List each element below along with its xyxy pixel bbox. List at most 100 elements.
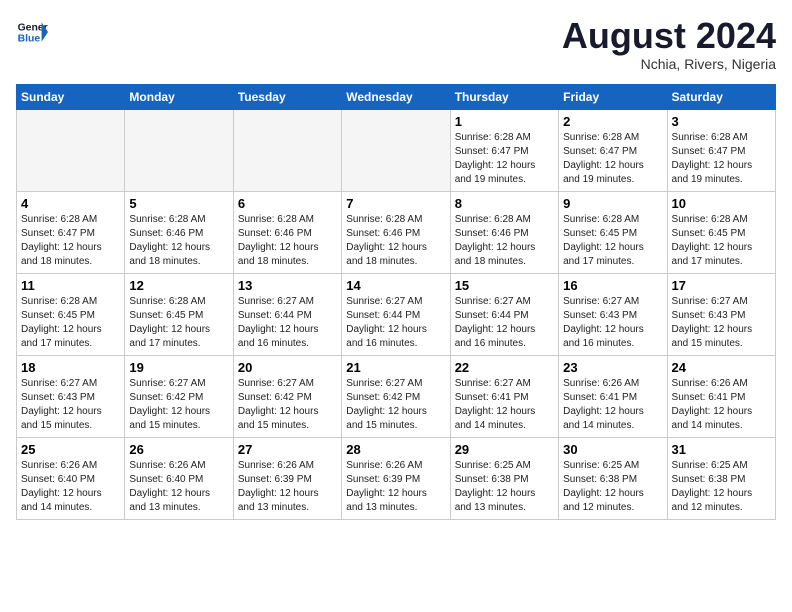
- day-info: Sunrise: 6:28 AMSunset: 6:46 PMDaylight:…: [346, 213, 445, 269]
- location-subtitle: Nchia, Rivers, Nigeria: [562, 56, 776, 72]
- calendar-cell: 27 Sunrise: 6:26 AMSunset: 6:39 PMDayligh…: [233, 437, 341, 519]
- calendar-cell: 30 Sunrise: 6:25 AMSunset: 6:38 PMDayligh…: [559, 437, 667, 519]
- calendar-week-3: 11 Sunrise: 6:28 AMSunset: 6:45 PMDayligh…: [17, 273, 776, 355]
- day-info: Sunrise: 6:28 AMSunset: 6:47 PMDaylight:…: [455, 131, 554, 187]
- day-info: Sunrise: 6:27 AMSunset: 6:43 PMDaylight:…: [672, 295, 771, 351]
- day-info: Sunrise: 6:25 AMSunset: 6:38 PMDaylight:…: [455, 459, 554, 515]
- calendar-cell: 26Sunrise: 6:26 AMSunset: 6:40 PMDayligh…: [125, 437, 233, 519]
- day-number: 24: [672, 360, 771, 375]
- calendar-cell: 22 Sunrise: 6:27 AMSunset: 6:41 PMDayligh…: [450, 355, 558, 437]
- calendar-cell: 16 Sunrise: 6:27 AMSunset: 6:43 PMDayligh…: [559, 273, 667, 355]
- calendar-table: SundayMondayTuesdayWednesdayThursdayFrid…: [16, 84, 776, 520]
- weekday-tuesday: Tuesday: [233, 84, 341, 109]
- svg-text:Blue: Blue: [18, 34, 41, 45]
- calendar-cell: 20 Sunrise: 6:27 AMSunset: 6:42 PMDayligh…: [233, 355, 341, 437]
- day-info: Sunrise: 6:28 AMSunset: 6:46 PMDaylight:…: [455, 213, 554, 269]
- calendar-cell: [17, 109, 125, 191]
- day-info: Sunrise: 6:25 AMSunset: 6:38 PMDaylight:…: [563, 459, 662, 515]
- calendar-cell: 12 Sunrise: 6:28 AMSunset: 6:45 PMDayligh…: [125, 273, 233, 355]
- day-info: Sunrise: 6:28 AMSunset: 6:46 PMDaylight:…: [129, 213, 228, 269]
- calendar-cell: 1 Sunrise: 6:28 AMSunset: 6:47 PMDaylight…: [450, 109, 558, 191]
- day-info: Sunrise: 6:27 AMSunset: 6:42 PMDaylight:…: [238, 377, 337, 433]
- calendar-cell: 4 Sunrise: 6:28 AMSunset: 6:47 PMDaylight…: [17, 191, 125, 273]
- day-number: 20: [238, 360, 337, 375]
- day-number: 1: [455, 114, 554, 129]
- day-info: Sunrise: 6:27 AMSunset: 6:41 PMDaylight:…: [455, 377, 554, 433]
- calendar-cell: 6 Sunrise: 6:28 AMSunset: 6:46 PMDaylight…: [233, 191, 341, 273]
- day-info: Sunrise: 6:27 AMSunset: 6:44 PMDaylight:…: [346, 295, 445, 351]
- day-info: Sunrise: 6:25 AMSunset: 6:38 PMDaylight:…: [672, 459, 771, 515]
- day-info: Sunrise: 6:28 AMSunset: 6:47 PMDaylight:…: [563, 131, 662, 187]
- calendar-week-1: 1 Sunrise: 6:28 AMSunset: 6:47 PMDaylight…: [17, 109, 776, 191]
- day-number: 16: [563, 278, 662, 293]
- day-info: Sunrise: 6:27 AMSunset: 6:43 PMDaylight:…: [21, 377, 120, 433]
- month-year-title: August 2024: [562, 16, 776, 56]
- day-number: 22: [455, 360, 554, 375]
- day-number: 2: [563, 114, 662, 129]
- day-number: 6: [238, 196, 337, 211]
- day-info: Sunrise: 6:26 AMSunset: 6:41 PMDaylight:…: [672, 377, 771, 433]
- calendar-cell: 21Sunrise: 6:27 AMSunset: 6:42 PMDayligh…: [342, 355, 450, 437]
- day-info: Sunrise: 6:28 AMSunset: 6:45 PMDaylight:…: [21, 295, 120, 351]
- title-block: August 2024 Nchia, Rivers, Nigeria: [562, 16, 776, 72]
- day-number: 4: [21, 196, 120, 211]
- calendar-cell: 14 Sunrise: 6:27 AMSunset: 6:44 PMDayligh…: [342, 273, 450, 355]
- calendar-body: 1 Sunrise: 6:28 AMSunset: 6:47 PMDaylight…: [17, 109, 776, 519]
- day-number: 27: [238, 442, 337, 457]
- logo-icon: General Blue: [16, 16, 48, 48]
- day-number: 8: [455, 196, 554, 211]
- day-number: 9: [563, 196, 662, 211]
- day-number: 12: [129, 278, 228, 293]
- day-number: 14: [346, 278, 445, 293]
- day-info: Sunrise: 6:28 AMSunset: 6:45 PMDaylight:…: [563, 213, 662, 269]
- logo: General Blue: [16, 16, 48, 48]
- calendar-week-5: 25Sunrise: 6:26 AMSunset: 6:40 PMDayligh…: [17, 437, 776, 519]
- day-info: Sunrise: 6:27 AMSunset: 6:43 PMDaylight:…: [563, 295, 662, 351]
- day-number: 30: [563, 442, 662, 457]
- calendar-cell: 19 Sunrise: 6:27 AMSunset: 6:42 PMDayligh…: [125, 355, 233, 437]
- day-number: 5: [129, 196, 228, 211]
- day-number: 26: [129, 442, 228, 457]
- day-number: 28: [346, 442, 445, 457]
- page-header: General Blue August 2024 Nchia, Rivers, …: [16, 16, 776, 72]
- day-number: 11: [21, 278, 120, 293]
- calendar-cell: 24 Sunrise: 6:26 AMSunset: 6:41 PMDayligh…: [667, 355, 775, 437]
- day-number: 23: [563, 360, 662, 375]
- calendar-cell: [233, 109, 341, 191]
- day-info: Sunrise: 6:28 AMSunset: 6:47 PMDaylight:…: [21, 213, 120, 269]
- calendar-cell: [125, 109, 233, 191]
- day-info: Sunrise: 6:28 AMSunset: 6:45 PMDaylight:…: [672, 213, 771, 269]
- calendar-cell: 8 Sunrise: 6:28 AMSunset: 6:46 PMDaylight…: [450, 191, 558, 273]
- day-number: 7: [346, 196, 445, 211]
- day-info: Sunrise: 6:26 AMSunset: 6:39 PMDaylight:…: [346, 459, 445, 515]
- day-number: 17: [672, 278, 771, 293]
- day-number: 31: [672, 442, 771, 457]
- calendar-cell: 23Sunrise: 6:26 AMSunset: 6:41 PMDayligh…: [559, 355, 667, 437]
- day-number: 15: [455, 278, 554, 293]
- day-info: Sunrise: 6:28 AMSunset: 6:47 PMDaylight:…: [672, 131, 771, 187]
- weekday-sunday: Sunday: [17, 84, 125, 109]
- weekday-saturday: Saturday: [667, 84, 775, 109]
- day-info: Sunrise: 6:26 AMSunset: 6:39 PMDaylight:…: [238, 459, 337, 515]
- calendar-cell: 13Sunrise: 6:27 AMSunset: 6:44 PMDayligh…: [233, 273, 341, 355]
- day-info: Sunrise: 6:27 AMSunset: 6:42 PMDaylight:…: [129, 377, 228, 433]
- day-info: Sunrise: 6:28 AMSunset: 6:45 PMDaylight:…: [129, 295, 228, 351]
- calendar-cell: 28 Sunrise: 6:26 AMSunset: 6:39 PMDayligh…: [342, 437, 450, 519]
- day-number: 3: [672, 114, 771, 129]
- calendar-cell: 25Sunrise: 6:26 AMSunset: 6:40 PMDayligh…: [17, 437, 125, 519]
- weekday-wednesday: Wednesday: [342, 84, 450, 109]
- calendar-cell: 11 Sunrise: 6:28 AMSunset: 6:45 PMDayligh…: [17, 273, 125, 355]
- calendar-cell: 5 Sunrise: 6:28 AMSunset: 6:46 PMDaylight…: [125, 191, 233, 273]
- weekday-thursday: Thursday: [450, 84, 558, 109]
- weekday-monday: Monday: [125, 84, 233, 109]
- calendar-week-2: 4 Sunrise: 6:28 AMSunset: 6:47 PMDaylight…: [17, 191, 776, 273]
- day-info: Sunrise: 6:27 AMSunset: 6:42 PMDaylight:…: [346, 377, 445, 433]
- calendar-cell: 17 Sunrise: 6:27 AMSunset: 6:43 PMDayligh…: [667, 273, 775, 355]
- day-info: Sunrise: 6:28 AMSunset: 6:46 PMDaylight:…: [238, 213, 337, 269]
- day-number: 18: [21, 360, 120, 375]
- day-number: 19: [129, 360, 228, 375]
- day-info: Sunrise: 6:27 AMSunset: 6:44 PMDaylight:…: [455, 295, 554, 351]
- calendar-week-4: 18 Sunrise: 6:27 AMSunset: 6:43 PMDayligh…: [17, 355, 776, 437]
- calendar-cell: 10Sunrise: 6:28 AMSunset: 6:45 PMDayligh…: [667, 191, 775, 273]
- day-info: Sunrise: 6:26 AMSunset: 6:40 PMDaylight:…: [21, 459, 120, 515]
